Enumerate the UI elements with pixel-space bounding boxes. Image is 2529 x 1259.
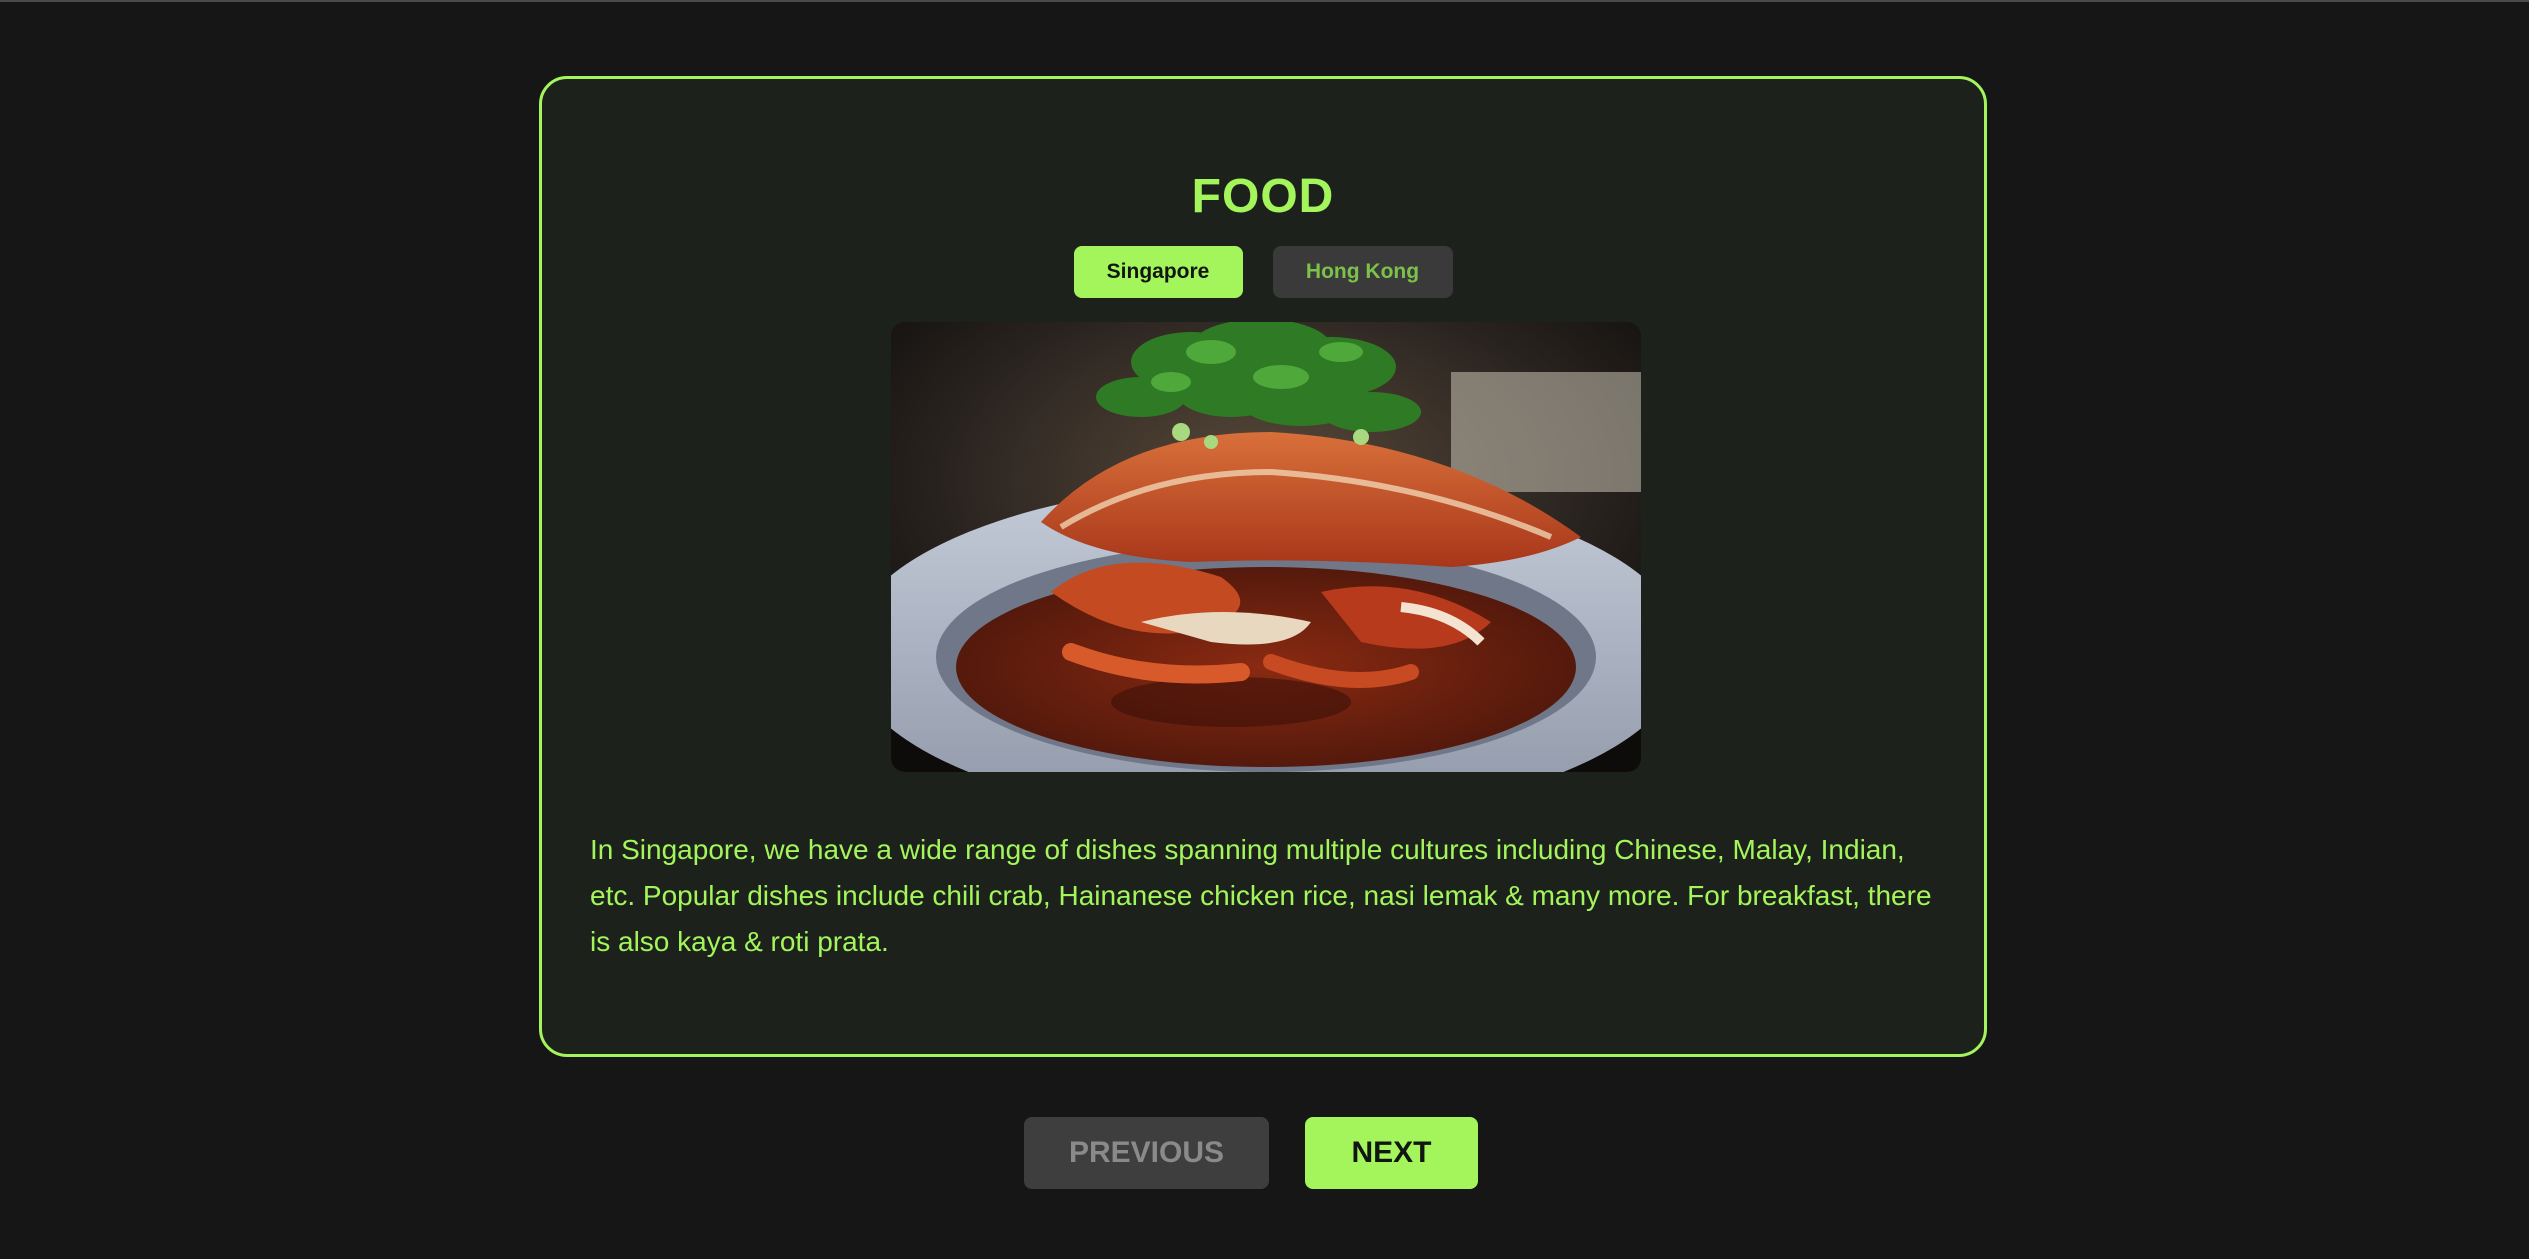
food-photo — [891, 322, 1641, 772]
next-button[interactable]: NEXT — [1305, 1117, 1478, 1189]
tab-singapore[interactable]: Singapore — [1073, 246, 1243, 298]
section-title: FOOD — [1191, 170, 1335, 223]
pagination-nav: PREVIOUS NEXT — [0, 1117, 2529, 1189]
description-text: In Singapore, we have a wide range of di… — [590, 834, 1932, 957]
tab-hong-kong[interactable]: Hong Kong — [1272, 246, 1453, 298]
top-border-line — [0, 0, 2529, 2]
previous-button[interactable]: PREVIOUS — [1024, 1117, 1269, 1189]
content-card: FOOD Singapore Hong Kong In Singapore, w… — [539, 76, 1987, 1057]
location-tabs: Singapore Hong Kong — [542, 246, 1984, 298]
